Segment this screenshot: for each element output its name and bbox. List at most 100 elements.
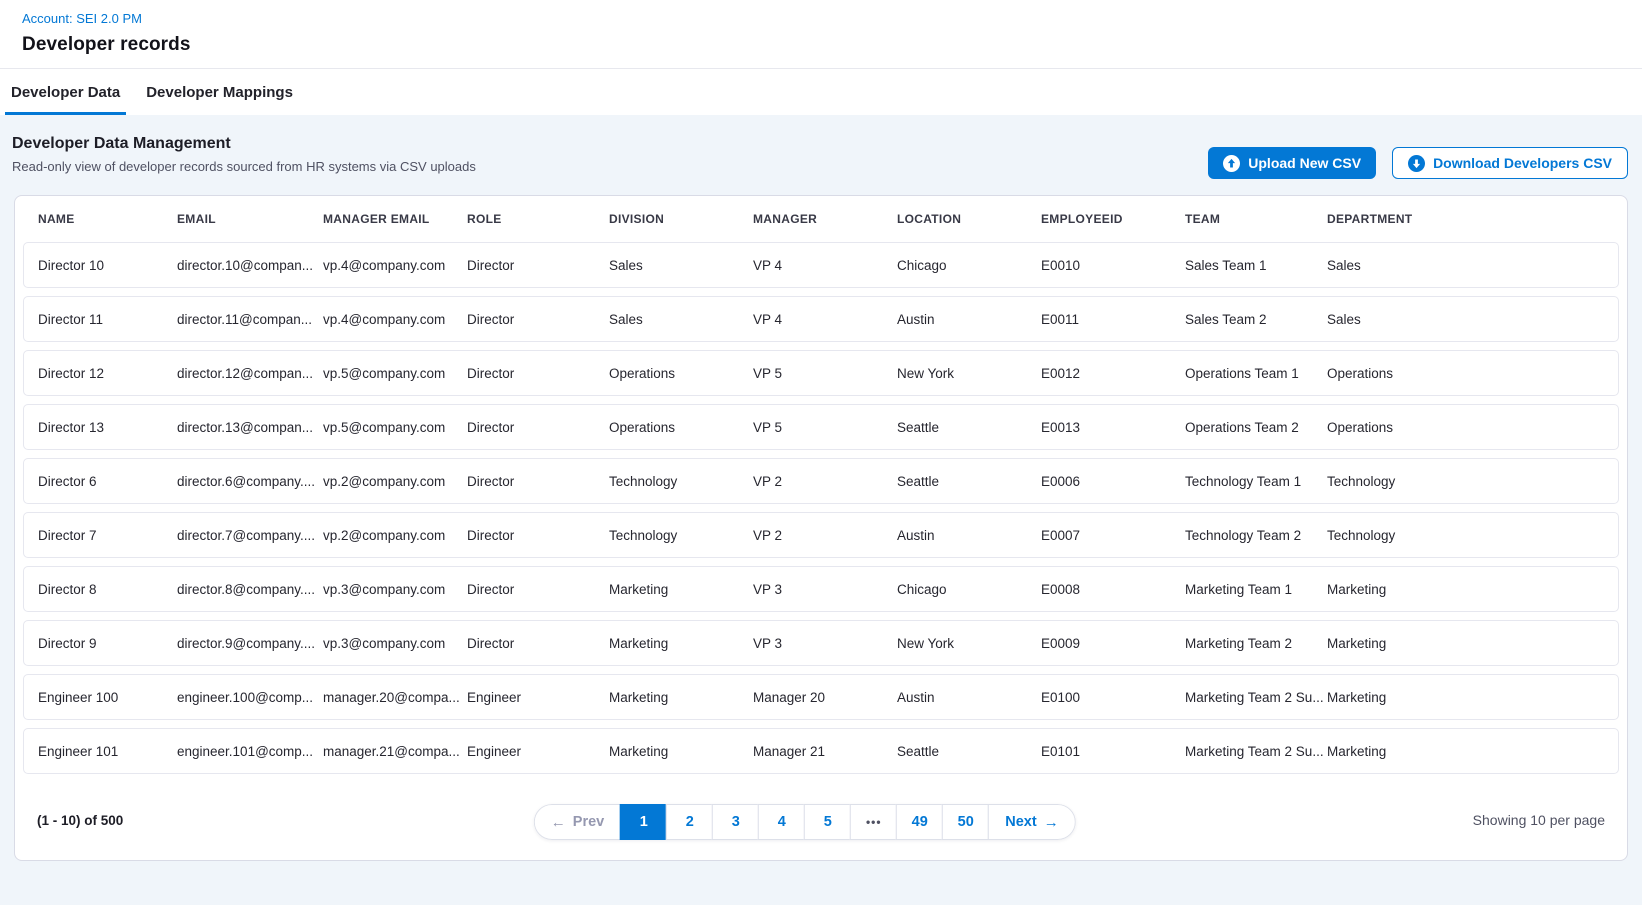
page-button-3[interactable]: 3 <box>712 804 759 840</box>
cell-manager: VP 2 <box>753 474 897 489</box>
table-row[interactable]: Director 8director.8@company....vp.3@com… <box>23 566 1619 612</box>
cell-manager: VP 4 <box>753 312 897 327</box>
section-title: Developer Data Management <box>12 135 476 153</box>
cell-department: Operations <box>1327 420 1618 435</box>
tab-developer-mappings[interactable]: Developer Mappings <box>140 69 299 115</box>
arrow-right-icon: → <box>1044 815 1059 830</box>
cell-location: Austin <box>897 312 1041 327</box>
cell-email: director.11@compan... <box>177 312 323 327</box>
cell-email: director.8@company.... <box>177 582 323 597</box>
cell-division: Technology <box>609 474 753 489</box>
cell-manager: VP 3 <box>753 636 897 651</box>
column-header-name: NAME <box>38 212 177 226</box>
cell-team: Operations Team 1 <box>1185 366 1327 381</box>
table-row[interactable]: Director 6director.6@company....vp.2@com… <box>23 458 1619 504</box>
table-row[interactable]: Director 9director.9@company....vp.3@com… <box>23 620 1619 666</box>
cell-name: Director 12 <box>38 366 177 381</box>
pager: ←Prev12345•••4950 Next → <box>534 804 1076 840</box>
page-button-1[interactable]: 1 <box>620 804 667 840</box>
cell-role: Director <box>467 582 609 597</box>
cell-team: Marketing Team 2 Su... <box>1185 744 1327 759</box>
cell-employee-id: E0006 <box>1041 474 1185 489</box>
cell-role: Engineer <box>467 744 609 759</box>
cell-department: Operations <box>1327 366 1618 381</box>
download-developers-csv-button[interactable]: Download Developers CSV <box>1392 147 1628 179</box>
upload-new-csv-button[interactable]: Upload New CSV <box>1208 147 1376 179</box>
cell-manager: Manager 20 <box>753 690 897 705</box>
cell-employee-id: E0011 <box>1041 312 1185 327</box>
cell-manager: Manager 21 <box>753 744 897 759</box>
cell-manager-email: vp.4@company.com <box>323 258 467 273</box>
page-button-4[interactable]: 4 <box>758 804 805 840</box>
table-row[interactable]: Director 12director.12@compan...vp.5@com… <box>23 350 1619 396</box>
section-head: Developer Data Management Read-only view… <box>14 135 1628 179</box>
cell-email: director.9@company.... <box>177 636 323 651</box>
cell-manager: VP 3 <box>753 582 897 597</box>
download-button-label: Download Developers CSV <box>1433 155 1612 171</box>
table-row[interactable]: Engineer 100engineer.100@comp...manager.… <box>23 674 1619 720</box>
cell-department: Sales <box>1327 312 1618 327</box>
cell-name: Engineer 101 <box>38 744 177 759</box>
table-row[interactable]: Engineer 101engineer.101@comp...manager.… <box>23 728 1619 774</box>
prev-page-button[interactable]: ←Prev <box>534 804 621 840</box>
cell-department: Technology <box>1327 474 1618 489</box>
prev-label: Prev <box>573 814 604 830</box>
cell-manager-email: manager.21@compa... <box>323 744 467 759</box>
table-row[interactable]: Director 13director.13@compan...vp.5@com… <box>23 404 1619 450</box>
per-page-text: Showing 10 per page <box>1473 812 1605 828</box>
cell-name: Director 6 <box>38 474 177 489</box>
account-breadcrumb-link[interactable]: Account: SEI 2.0 PM <box>22 11 142 26</box>
table-row[interactable]: Director 11director.11@compan...vp.4@com… <box>23 296 1619 342</box>
cell-email: director.6@company.... <box>177 474 323 489</box>
cell-location: Austin <box>897 528 1041 543</box>
cell-manager: VP 5 <box>753 366 897 381</box>
cell-role: Director <box>467 312 609 327</box>
cell-location: New York <box>897 366 1041 381</box>
cell-name: Director 13 <box>38 420 177 435</box>
cell-division: Operations <box>609 366 753 381</box>
cell-role: Director <box>467 636 609 651</box>
column-header-location: LOCATION <box>897 212 1041 226</box>
cell-location: Austin <box>897 690 1041 705</box>
tab-developer-data[interactable]: Developer Data <box>5 69 126 115</box>
column-header-manager-email: MANAGER EMAIL <box>323 212 467 226</box>
cell-team: Marketing Team 2 Su... <box>1185 690 1327 705</box>
cell-name: Director 8 <box>38 582 177 597</box>
page-button-49[interactable]: 49 <box>896 804 943 840</box>
cell-division: Marketing <box>609 690 753 705</box>
cell-manager: VP 4 <box>753 258 897 273</box>
page-button-2[interactable]: 2 <box>666 804 713 840</box>
cell-team: Sales Team 2 <box>1185 312 1327 327</box>
table-footer: (1 - 10) of 500 ←Prev12345•••4950Next→ S… <box>15 784 1627 860</box>
column-header-manager: MANAGER <box>753 212 897 226</box>
table-row[interactable]: Director 7director.7@company....vp.2@com… <box>23 512 1619 558</box>
developer-data-section: Developer Data Management Read-only view… <box>0 115 1642 905</box>
page-button-50[interactable]: 50 <box>942 804 989 840</box>
cell-employee-id: E0008 <box>1041 582 1185 597</box>
circle-arrow-down-icon <box>1408 155 1425 172</box>
page-button-5[interactable]: 5 <box>804 804 851 840</box>
cell-team: Sales Team 1 <box>1185 258 1327 273</box>
page-ellipsis-button[interactable]: ••• <box>850 804 897 840</box>
table-row[interactable]: Director 10director.10@compan...vp.4@com… <box>23 242 1619 288</box>
cell-employee-id: E0010 <box>1041 258 1185 273</box>
cell-manager-email: vp.2@company.com <box>323 528 467 543</box>
cell-employee-id: E0012 <box>1041 366 1185 381</box>
cell-team: Technology Team 1 <box>1185 474 1327 489</box>
next-label: Next <box>1005 814 1036 830</box>
next-page-button[interactable]: Next → <box>988 804 1075 840</box>
circle-arrow-up-icon <box>1223 155 1240 172</box>
cell-department: Sales <box>1327 258 1618 273</box>
header-buttons: Upload New CSV Download Developers CSV <box>1208 147 1628 179</box>
cell-team: Marketing Team 2 <box>1185 636 1327 651</box>
cell-role: Director <box>467 366 609 381</box>
cell-location: New York <box>897 636 1041 651</box>
cell-manager-email: vp.3@company.com <box>323 582 467 597</box>
cell-division: Operations <box>609 420 753 435</box>
cell-name: Director 7 <box>38 528 177 543</box>
cell-email: director.7@company.... <box>177 528 323 543</box>
section-titles: Developer Data Management Read-only view… <box>12 135 476 174</box>
cell-manager: VP 2 <box>753 528 897 543</box>
cell-department: Marketing <box>1327 690 1618 705</box>
cell-division: Sales <box>609 312 753 327</box>
